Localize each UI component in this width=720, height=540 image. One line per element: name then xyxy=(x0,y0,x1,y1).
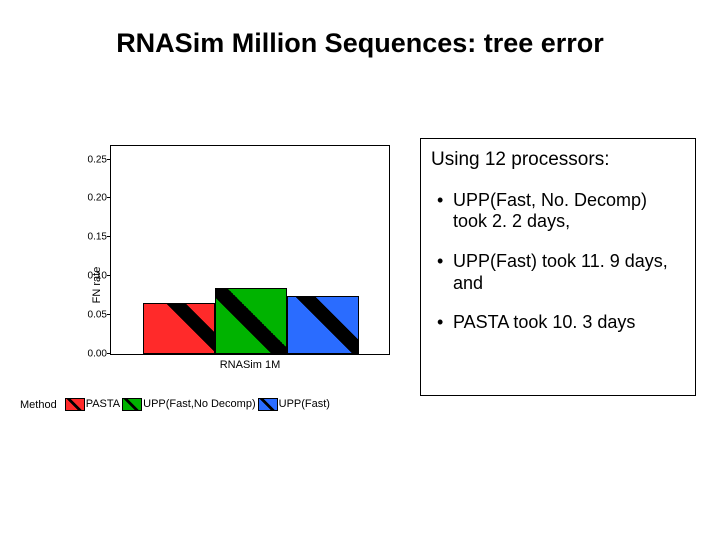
info-bullet: PASTA took 10. 3 days xyxy=(431,312,685,334)
info-heading: Using 12 processors: xyxy=(431,149,685,172)
chart-panel: FN rate 0.000.050.100.150.200.25 RNASim … xyxy=(55,145,395,390)
info-box: Using 12 processors: UPP(Fast, No. Decom… xyxy=(420,138,696,396)
legend-swatch xyxy=(122,398,142,411)
x-axis-label: RNASim 1M xyxy=(110,359,390,371)
legend-swatch xyxy=(258,398,278,411)
y-tick-label: 0.15 xyxy=(88,232,107,243)
chart-legend: Method PASTA UPP(Fast,No Decomp) UPP(Fast) xyxy=(20,398,332,411)
info-bullet: UPP(Fast, No. Decomp) took 2. 2 days, xyxy=(431,190,685,233)
y-tick-label: 0.05 xyxy=(88,310,107,321)
legend-title: Method xyxy=(20,399,57,411)
legend-label: PASTA xyxy=(86,398,120,410)
plot-area: 0.000.050.100.150.200.25 xyxy=(110,145,390,355)
y-tick-label: 0.25 xyxy=(88,154,107,165)
bar-pasta xyxy=(143,303,215,354)
info-list: UPP(Fast, No. Decomp) took 2. 2 days, UP… xyxy=(431,190,685,334)
legend-label: UPP(Fast) xyxy=(279,398,330,410)
y-tick-label: 0.20 xyxy=(88,193,107,204)
y-tick-label: 0.10 xyxy=(88,271,107,282)
slide-root: RNASim Million Sequences: tree error FN … xyxy=(0,0,720,540)
bar-upp-fast-no-decomp- xyxy=(215,288,287,354)
legend-label: UPP(Fast,No Decomp) xyxy=(143,398,255,410)
page-title: RNASim Million Sequences: tree error xyxy=(0,28,720,59)
bar-upp-fast- xyxy=(287,296,359,354)
info-bullet: UPP(Fast) took 11. 9 days, and xyxy=(431,251,685,294)
legend-swatch xyxy=(65,398,85,411)
y-tick-label: 0.00 xyxy=(88,349,107,360)
